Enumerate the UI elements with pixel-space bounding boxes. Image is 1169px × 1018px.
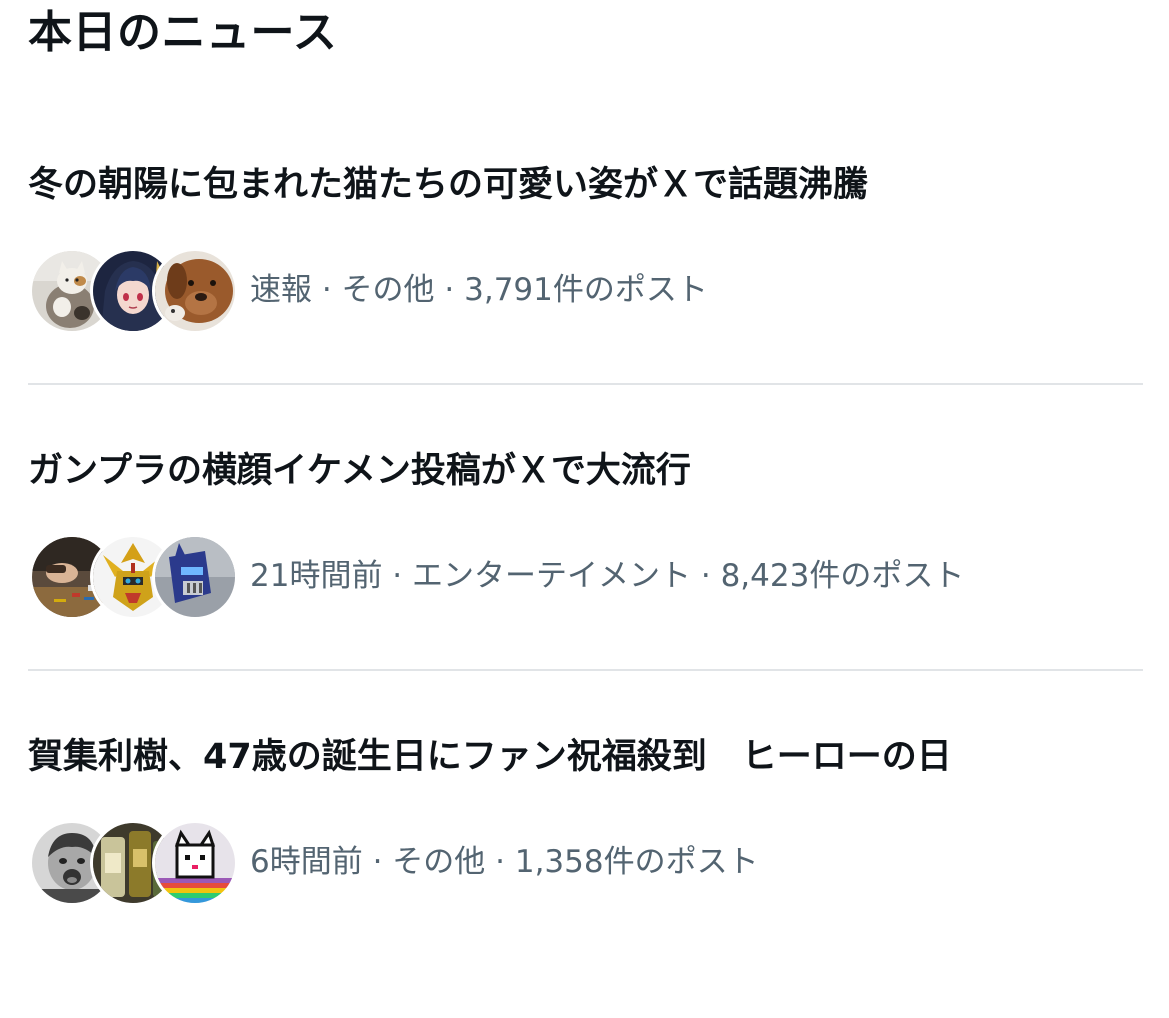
news-headline[interactable]: 冬の朝陽に包まれた猫たちの可愛い姿がＸで話題沸騰 bbox=[28, 160, 868, 210]
pixel-cat-avatar-icon bbox=[152, 820, 238, 906]
blue-robot-avatar-icon bbox=[152, 534, 238, 620]
divider bbox=[28, 669, 1143, 671]
news-item[interactable]: ガンプラの横顔イケメン投稿がＸで大流行 21時間前 · エンターテイメント · … bbox=[0, 446, 1169, 732]
avatar-stack bbox=[29, 820, 238, 906]
divider bbox=[28, 383, 1143, 385]
news-meta: 21時間前 · エンターテイメント · 8,423件のポスト bbox=[250, 558, 965, 594]
news-headline[interactable]: ガンプラの横顔イケメン投稿がＸで大流行 bbox=[28, 446, 691, 496]
news-meta: 6時間前 · その他 · 1,358件のポスト bbox=[250, 844, 759, 880]
news-item[interactable]: 賀集利樹、47歳の誕生日にファン祝福殺到 ヒーローの日 6時間前 · その他 ·… bbox=[0, 732, 1169, 1018]
todays-news-panel: 本日のニュース 冬の朝陽に包まれた猫たちの可愛い姿がＸで話題沸騰 速報 · その… bbox=[0, 0, 1169, 972]
news-meta: 速報 · その他 · 3,791件のポスト bbox=[250, 272, 708, 308]
avatar-stack bbox=[29, 534, 238, 620]
dog-photo-avatar-icon bbox=[152, 248, 238, 334]
news-item[interactable]: 冬の朝陽に包まれた猫たちの可愛い姿がＸで話題沸騰 速報 · その他 · 3,79… bbox=[0, 160, 1169, 446]
avatar-stack bbox=[29, 248, 238, 334]
section-title: 本日のニュース bbox=[28, 7, 338, 58]
news-headline[interactable]: 賀集利樹、47歳の誕生日にファン祝福殺到 ヒーローの日 bbox=[28, 732, 952, 782]
